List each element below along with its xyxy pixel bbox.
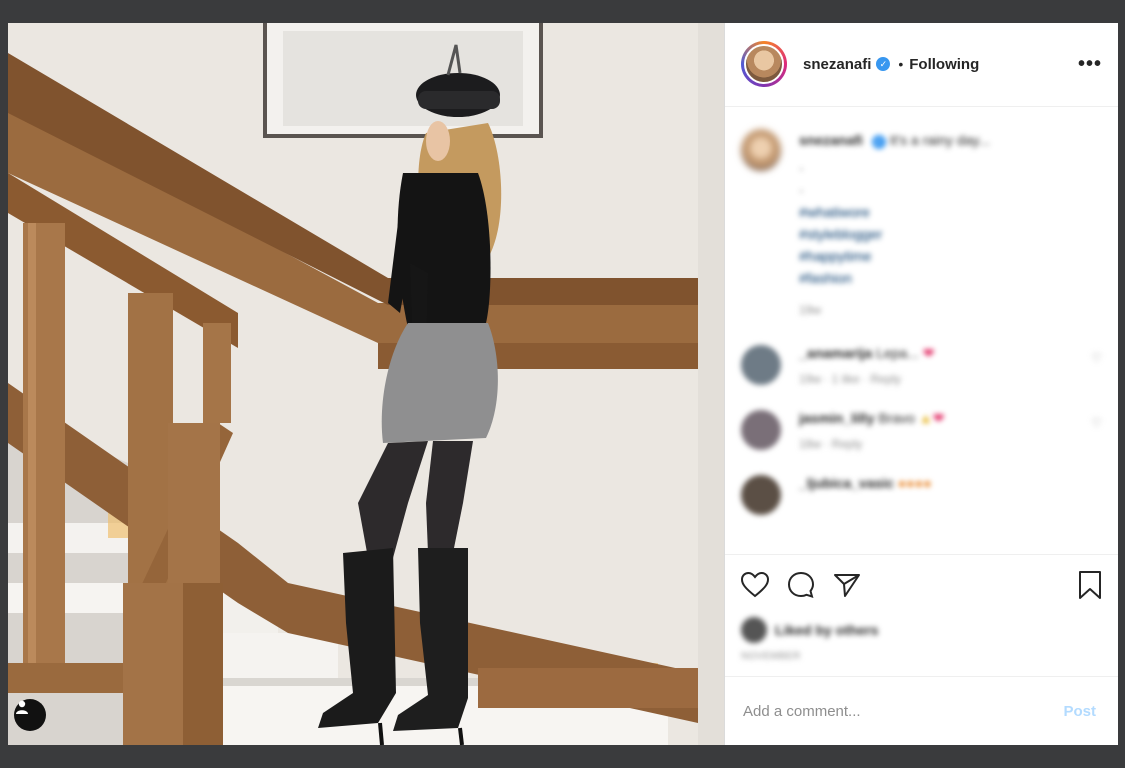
comment-row: jasmin_lilly Bravo ▲❤ 18w · Reply ♡ (741, 409, 1102, 451)
hashtag[interactable]: #whatiwore (799, 201, 990, 223)
post-comment-button[interactable]: Post (1057, 702, 1102, 721)
likes-text[interactable]: Liked by others (775, 622, 878, 638)
avatar-image (744, 44, 784, 85)
user-tag-icon[interactable] (14, 699, 46, 731)
comment-text: Lepa... (876, 344, 919, 361)
likes-row[interactable]: Liked by others (725, 615, 1118, 645)
verified-badge-icon: ✓ (871, 134, 886, 149)
share-icon[interactable] (833, 572, 861, 598)
username-link[interactable]: snezanafi (803, 56, 871, 73)
caption-avatar[interactable] (741, 128, 781, 171)
comment-like-icon[interactable]: ♡ (1091, 345, 1102, 365)
comment-avatar[interactable] (741, 474, 781, 515)
caption-time: 19w (799, 302, 822, 317)
liker-avatar (741, 616, 767, 643)
instagram-post: snezanafi ✓ • Following ••• snezanafi ✓ … (8, 23, 1118, 745)
comment-row: _anamarija Lepa... ❤ 19w · 1 like · Repl… (741, 344, 1102, 386)
comment-meta: 18w · Reply (799, 436, 863, 451)
hashtag[interactable]: #happytime (799, 245, 990, 267)
heart-icon[interactable] (741, 571, 769, 598)
post-sidebar: snezanafi ✓ • Following ••• snezanafi ✓ … (724, 23, 1118, 745)
hashtag[interactable]: #fashion (799, 267, 990, 289)
action-bar (725, 554, 1118, 615)
caption: snezanafi ✓ It's a rainy day... · · #wha… (741, 107, 1102, 321)
more-options-icon[interactable]: ••• (1078, 53, 1102, 76)
photo-scene (8, 23, 724, 745)
separator-dot: • (898, 56, 904, 73)
comment-text: Bravo (878, 409, 915, 426)
comment-username[interactable]: _ljubica_vasic (799, 475, 894, 491)
comment-avatar[interactable] (741, 409, 781, 450)
comment-like-icon[interactable]: ♡ (1091, 410, 1102, 430)
hashtag[interactable]: #styleblogger (799, 223, 990, 245)
caption-text: It's a rainy day... (889, 131, 991, 148)
comment-avatar[interactable] (741, 344, 781, 385)
following-button[interactable]: Following (909, 56, 979, 73)
post-header: snezanafi ✓ • Following ••• (725, 23, 1118, 107)
comment-username[interactable]: jasmin_lilly (799, 410, 874, 426)
bookmark-icon[interactable] (1078, 570, 1102, 600)
post-photo[interactable] (8, 23, 724, 745)
comments-section[interactable]: snezanafi ✓ It's a rainy day... · · #wha… (725, 107, 1118, 554)
comment-icon[interactable] (787, 571, 815, 599)
comment-row: _ljubica_vasic ●●●● (741, 474, 1102, 515)
add-comment-bar: Post (725, 676, 1118, 745)
comment-meta: 19w · 1 like · Reply (799, 371, 902, 386)
comment-input[interactable] (741, 701, 1058, 721)
post-date: NOVEMBER (741, 650, 801, 662)
comment-username[interactable]: _anamarija (799, 345, 872, 361)
profile-avatar[interactable] (741, 41, 787, 88)
caption-username[interactable]: snezanafi (799, 132, 863, 148)
verified-badge-icon: ✓ (876, 57, 891, 72)
